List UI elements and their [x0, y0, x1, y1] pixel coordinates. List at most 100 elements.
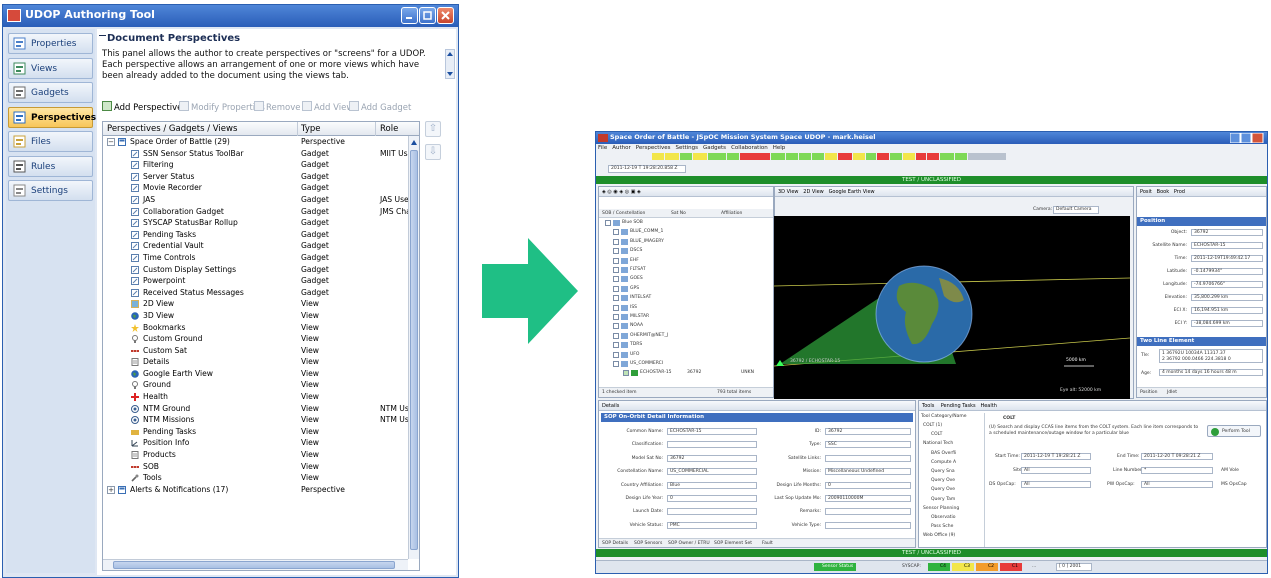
sob-tree-item[interactable]: FLTSAT [613, 266, 763, 275]
collapse-node-icon[interactable]: − [107, 138, 115, 146]
sensor-status-chip[interactable] [968, 153, 1006, 160]
checkbox-icon[interactable] [613, 314, 619, 320]
detail-field[interactable]: 0 [825, 481, 911, 489]
sensor-status-chip[interactable] [877, 153, 889, 160]
tab-jdlet[interactable]: Jdlet [1167, 390, 1177, 395]
sob-tree-item[interactable]: EHF [613, 257, 763, 266]
sensor-status-chip[interactable] [740, 153, 770, 160]
detail-field[interactable]: SSC [825, 441, 911, 449]
sob-tree-item[interactable]: BLUE_COMM_1 [613, 228, 763, 237]
sensor-status-chip[interactable] [890, 153, 902, 160]
add-view-button[interactable]: Add View [302, 101, 353, 117]
tool-tree-item[interactable]: National Tech [923, 441, 953, 446]
checkbox-icon[interactable] [613, 285, 619, 292]
details-bottom-tab[interactable]: SOP Details [602, 541, 628, 546]
description-scrollbar[interactable] [445, 49, 455, 79]
sensor-status-chip[interactable] [903, 153, 915, 160]
table-row[interactable]: Google Earth View View [103, 368, 408, 380]
sensor-status-chip[interactable] [799, 153, 811, 160]
checkbox-icon[interactable] [613, 332, 619, 339]
expand-node-icon[interactable]: + [107, 485, 115, 494]
detail-field[interactable]: ECHOSTAR-15 [667, 428, 757, 435]
table-row[interactable]: Position Info View [103, 437, 408, 449]
checkbox-icon[interactable] [613, 238, 619, 245]
sensor-status-chip[interactable] [708, 153, 726, 160]
ds-opscap-field[interactable]: All [1021, 481, 1091, 488]
sob-tree-item[interactable]: DSCS [613, 247, 763, 256]
table-row[interactable]: NTM Missions View NTM User [103, 414, 408, 426]
sensor-status-chip[interactable] [955, 153, 967, 160]
sob-col-satno[interactable]: Sat No [671, 211, 686, 216]
modify-properties-button[interactable]: Modify Properties [179, 101, 265, 117]
sob-col-affiliation[interactable]: Affiliation [721, 211, 742, 216]
sidebar-item-perspectives[interactable]: Perspectives [8, 106, 96, 128]
table-row[interactable]: Filtering Gadget [103, 159, 408, 171]
menu-file[interactable]: File [598, 145, 607, 151]
column-header-name[interactable]: Perspectives / Gadgets / Views [107, 124, 237, 134]
table-row[interactable]: Server Status Gadget [103, 171, 408, 183]
detail-field[interactable]: Blue [667, 481, 757, 489]
sensor-status-chip[interactable] [838, 153, 852, 160]
table-row[interactable]: Credential Vault Gadget [103, 240, 408, 252]
tab-health[interactable]: Health [980, 403, 996, 409]
position-field[interactable]: 35,800.299 km [1191, 294, 1263, 301]
detail-field[interactable] [825, 521, 911, 529]
detail-field[interactable]: 20090110000M [825, 495, 911, 502]
sob-tree-item[interactable]: BLUE_IMAGERY [613, 238, 763, 247]
end-time-field[interactable]: 2011-12-20 T 09:28:21 Z [1141, 453, 1213, 460]
position-field[interactable]: ECHOSTAR-15 [1191, 242, 1263, 249]
start-time-field[interactable]: 2011-12-19 T 19:28:21 Z [1021, 453, 1091, 460]
menu-collaboration[interactable]: Collaboration [731, 145, 768, 151]
sensor-status-chip[interactable] [680, 153, 692, 160]
sidebar-item-gadgets[interactable]: Gadgets [8, 82, 93, 103]
globe-3d-view[interactable]: 36792 / ECHOSTAR-15 5000 km Eye alt: 520… [773, 216, 1131, 399]
remove-button[interactable]: Remove [254, 101, 301, 117]
sensor-status-chip[interactable] [727, 153, 739, 160]
status-count-chip[interactable]: C3 [952, 563, 974, 571]
tab-tools[interactable]: Tools [922, 403, 934, 409]
sob-tree-item[interactable]: UFO [613, 351, 763, 360]
sensor-status-chip[interactable] [786, 153, 798, 160]
checkbox-icon[interactable] [623, 370, 629, 377]
detail-field[interactable] [825, 454, 911, 462]
table-row[interactable]: Pending Tasks View [103, 426, 408, 438]
sob-tab-icons[interactable]: ◈ ◎ ◉ ◈ ◎ ▣ ◈ [602, 189, 641, 195]
details-bottom-tab[interactable]: SOP Sensors [634, 541, 662, 546]
site-field[interactable]: All [1021, 467, 1091, 474]
detail-field[interactable]: Miscellaneous Undefined [825, 468, 911, 476]
checkbox-icon[interactable] [613, 304, 619, 311]
move-down-button[interactable]: ⇩ [425, 144, 441, 160]
tool-tree-item[interactable]: Web Office (9) [923, 533, 955, 538]
horizontal-scroll-thumb[interactable] [113, 561, 395, 569]
sob-tree-item[interactable]: GOES [613, 275, 763, 284]
sensor-status-indicator[interactable]: Sensor Status [814, 563, 856, 571]
move-up-button[interactable]: ⇧ [425, 121, 441, 137]
checkbox-icon[interactable] [613, 248, 619, 255]
checkbox-icon[interactable] [613, 295, 619, 302]
status-count-chip[interactable]: C4 [928, 563, 950, 571]
checkbox-icon[interactable] [613, 342, 619, 349]
status-count-chip[interactable]: C1 [1000, 563, 1022, 571]
sensor-status-chip[interactable] [866, 153, 876, 160]
pw-opscap-field[interactable]: All [1141, 481, 1213, 488]
sob-tree-item[interactable]: NOAA [613, 322, 763, 331]
sensor-status-chip[interactable] [652, 153, 664, 160]
window-controls[interactable] [1230, 133, 1264, 143]
menu-gadgets[interactable]: Gadgets [703, 145, 726, 151]
age-field[interactable]: 4 months 14 days 16 hours 48 m [1159, 369, 1263, 376]
checkbox-icon[interactable] [613, 257, 619, 264]
sidebar-item-files[interactable]: Files [8, 131, 93, 152]
tle-field[interactable]: 1 36792U 10034A 11317.37 2 36792 000.046… [1159, 349, 1263, 363]
tab-2d-view[interactable]: 2D View [803, 189, 824, 195]
tool-tree-item[interactable]: COLT (1) [923, 423, 942, 428]
table-row[interactable]: 2D View View [103, 298, 408, 310]
table-row[interactable]: Tools View [103, 472, 408, 484]
checkbox-icon[interactable] [613, 267, 619, 273]
vertical-scroll-thumb[interactable] [410, 150, 418, 550]
minimize-button[interactable] [401, 7, 418, 24]
tool-tree-item[interactable]: Compute A [931, 460, 956, 465]
status-count-chip[interactable]: C2 [976, 563, 998, 571]
table-row[interactable]: SYSCAP StatusBar Rollup Gadget [103, 217, 408, 229]
checkbox-icon[interactable] [605, 220, 611, 226]
tab-details[interactable]: Details [602, 403, 619, 409]
